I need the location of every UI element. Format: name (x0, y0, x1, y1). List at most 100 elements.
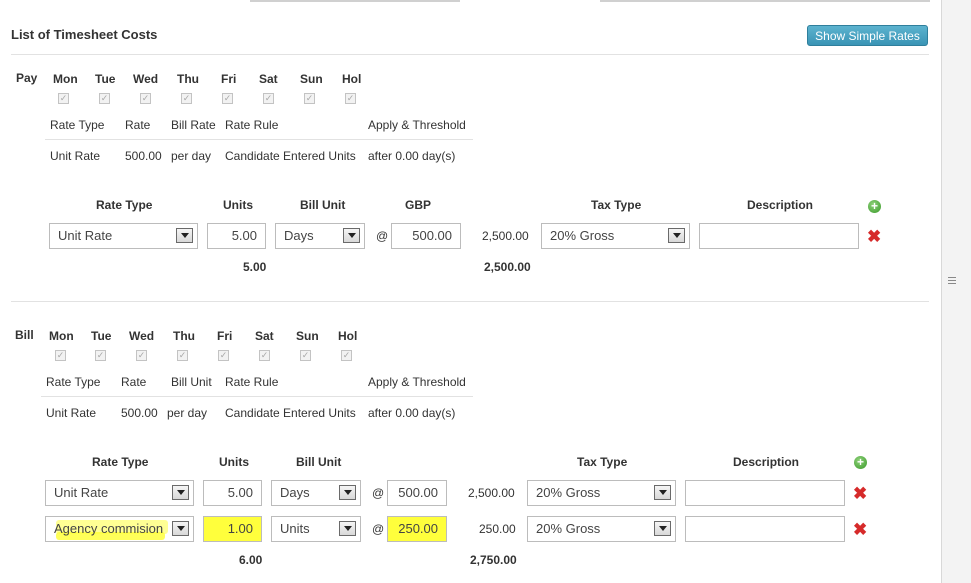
day-sat: Sat (255, 329, 274, 343)
add-circle-icon[interactable]: + (854, 456, 867, 469)
summary-rate-rule-header: Rate Rule (225, 118, 279, 132)
bill-line-description-input[interactable] (685, 516, 845, 542)
summary-bill-rate-header: Bill Rate (171, 118, 216, 132)
bill-total-amount: 2,750.00 (470, 553, 517, 567)
select-value: 20% Gross (536, 521, 601, 536)
scrollbar-grip[interactable] (948, 277, 956, 278)
bill-summary-rate-type: Unit Rate (46, 406, 97, 420)
pay-line-amount: 2,500.00 (482, 229, 529, 243)
day-hol: Hol (338, 329, 358, 343)
add-circle-icon[interactable]: + (868, 200, 881, 213)
summary-apply-header: Apply & Threshold (368, 375, 466, 389)
check-icon: ✓ (136, 350, 147, 361)
pay-line-description-input[interactable] (699, 223, 859, 249)
check-icon: ✓ (259, 350, 270, 361)
day-sun: Sun (296, 329, 319, 343)
day-sun: Sun (300, 72, 323, 86)
divider (11, 54, 929, 55)
select-value: Days (284, 228, 314, 243)
bill-summary-rule: Candidate Entered Units (225, 406, 356, 420)
summary-rate-header: Rate (125, 118, 151, 132)
pay-line-units-input[interactable]: 5.00 (207, 223, 266, 249)
bill-line-tax-type-select[interactable]: 20% Gross (527, 516, 676, 542)
bill-rate-type-header: Rate Type (92, 455, 149, 469)
scrollbar-grip[interactable] (948, 283, 956, 284)
at-sign: @ (372, 486, 385, 500)
bill-line-rate-type-select[interactable]: Unit Rate (45, 480, 194, 506)
scrollbar-grip[interactable] (948, 280, 956, 281)
check-icon: ✓ (140, 93, 151, 104)
pay-currency-header: GBP (405, 198, 432, 212)
chevron-down-icon (339, 521, 356, 536)
pay-summary-rate: 500.00 (125, 149, 162, 163)
day-tue: Tue (91, 329, 112, 343)
chevron-down-icon (343, 228, 360, 243)
vertical-scrollbar[interactable] (941, 0, 971, 583)
pay-line-bill-unit-select[interactable]: Days (275, 223, 365, 249)
divider (11, 301, 929, 302)
select-value: Unit Rate (58, 228, 113, 243)
top-field-edge (250, 0, 460, 2)
bill-section-label: Bill (15, 328, 34, 342)
divider (41, 396, 473, 397)
bill-line-description-input[interactable] (685, 480, 845, 506)
delete-x-icon[interactable]: ✖ (853, 485, 867, 502)
select-value: Unit Rate (54, 485, 109, 500)
bill-line-tax-type-select[interactable]: 20% Gross (527, 480, 676, 506)
bill-line-units-input[interactable]: 1.00 (203, 516, 262, 542)
check-icon: ✓ (99, 93, 110, 104)
pay-line-rate-input[interactable]: 500.00 (391, 223, 461, 249)
show-simple-rates-button[interactable]: Show Simple Rates (807, 25, 928, 46)
delete-x-icon[interactable]: ✖ (853, 521, 867, 538)
bill-bill-unit-header: Bill Unit (296, 455, 342, 469)
chevron-down-icon (654, 521, 671, 536)
chevron-down-icon (172, 521, 189, 536)
select-value: Days (280, 485, 310, 500)
check-icon: ✓ (177, 350, 188, 361)
divider (45, 139, 473, 140)
bill-line-amount: 2,500.00 (468, 486, 515, 500)
bill-line-bill-unit-select[interactable]: Days (271, 480, 361, 506)
pay-summary-per: per day (171, 149, 212, 163)
day-fri: Fri (221, 72, 237, 86)
select-value: 20% Gross (536, 485, 601, 500)
bill-total-units: 6.00 (239, 553, 263, 567)
top-field-edge (600, 0, 930, 2)
delete-x-icon[interactable]: ✖ (867, 228, 881, 245)
day-mon: Mon (49, 329, 74, 343)
at-sign: @ (376, 229, 389, 243)
summary-apply-header: Apply & Threshold (368, 118, 466, 132)
summary-rate-header: Rate (121, 375, 147, 389)
bill-line-rate-input[interactable]: 500.00 (387, 480, 447, 506)
chevron-down-icon (172, 485, 189, 500)
bill-tax-type-header: Tax Type (577, 455, 628, 469)
pay-tax-type-header: Tax Type (591, 198, 642, 212)
pay-description-header: Description (747, 198, 814, 212)
bill-summary-per: per day (167, 406, 208, 420)
select-value: 20% Gross (550, 228, 615, 243)
day-hol: Hol (342, 72, 362, 86)
pay-line-rate-type-select[interactable]: Unit Rate (49, 223, 198, 249)
select-value: Units (280, 521, 310, 536)
check-icon: ✓ (181, 93, 192, 104)
bill-line-units-input[interactable]: 5.00 (203, 480, 262, 506)
bill-description-header: Description (733, 455, 800, 469)
day-wed: Wed (129, 329, 155, 343)
bill-summary-rate: 500.00 (121, 406, 158, 420)
day-thu: Thu (173, 329, 195, 343)
check-icon: ✓ (263, 93, 274, 104)
check-icon: ✓ (58, 93, 69, 104)
bill-line-bill-unit-select[interactable]: Units (271, 516, 361, 542)
pay-summary-rate-type: Unit Rate (50, 149, 101, 163)
chevron-down-icon (654, 485, 671, 500)
at-sign: @ (372, 522, 385, 536)
chevron-down-icon (668, 228, 685, 243)
summary-rate-type-header: Rate Type (46, 375, 101, 389)
pay-units-header: Units (223, 198, 253, 212)
bill-line-rate-input[interactable]: 250.00 (387, 516, 447, 542)
summary-bill-unit-header: Bill Unit (171, 375, 212, 389)
select-value: Agency commision (54, 521, 164, 536)
pay-line-tax-type-select[interactable]: 20% Gross (541, 223, 690, 249)
check-icon: ✓ (95, 350, 106, 361)
chevron-down-icon (176, 228, 193, 243)
